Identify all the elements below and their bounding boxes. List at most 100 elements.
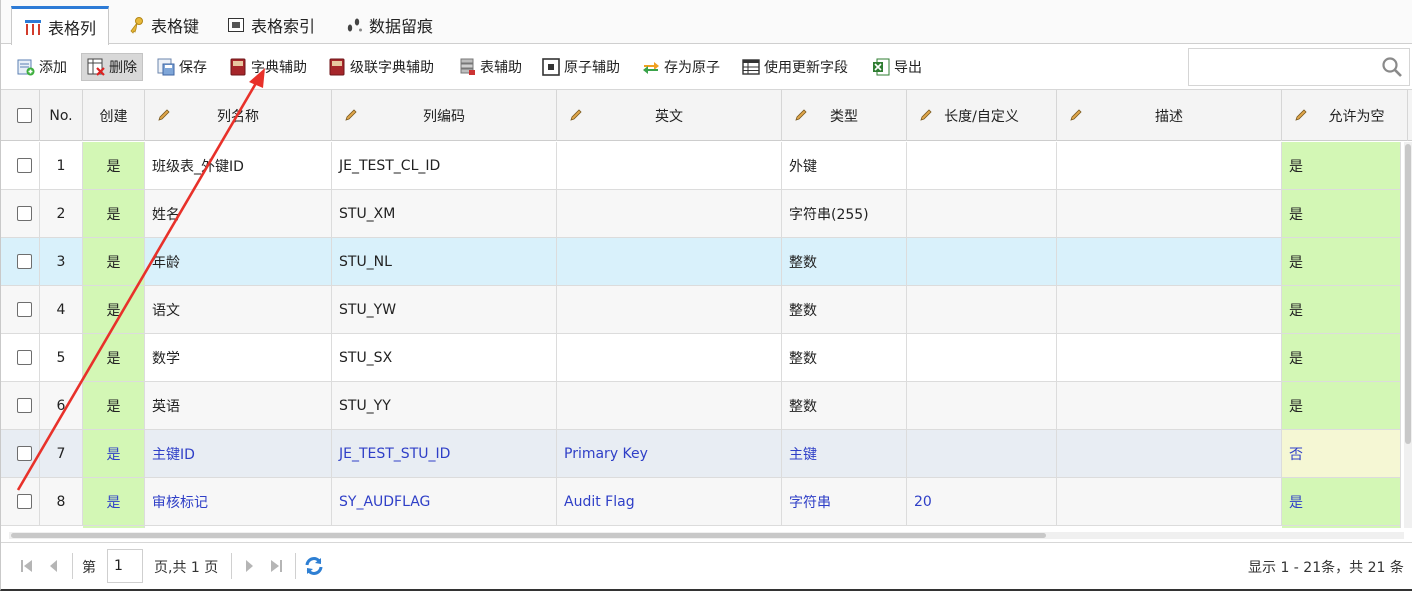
cell-type[interactable]: 主键 (782, 430, 907, 477)
cell-code[interactable]: STU_NL (332, 238, 557, 285)
cell-create[interactable]: 是 (83, 334, 145, 381)
row-select-cell[interactable] (9, 334, 40, 381)
row-checkbox[interactable] (16, 350, 32, 365)
cell-type[interactable]: 字符串(255) (782, 190, 907, 237)
cell-nullable[interactable]: 否 (1282, 430, 1401, 477)
cell-code[interactable]: SY_AUDFLAG (332, 478, 557, 525)
header-length[interactable]: 长度/自定义 (907, 90, 1057, 141)
row-checkbox[interactable] (16, 254, 32, 269)
table-row[interactable]: 5 是 数学 STU_SX 整数 是 (1, 334, 1401, 382)
table-row[interactable]: 8 是 审核标记 SY_AUDFLAG Audit Flag 字符串 20 是 (1, 478, 1401, 526)
cell-create[interactable]: 是 (83, 238, 145, 285)
cell-create[interactable]: 是 (83, 478, 145, 525)
header-create[interactable]: 创建 (83, 90, 145, 141)
cell-name[interactable]: 年龄 (145, 238, 332, 285)
cell-english[interactable] (557, 142, 782, 189)
cell-length[interactable] (907, 238, 1057, 285)
table-row[interactable]: 6 是 英语 STU_YY 整数 是 (1, 382, 1401, 430)
cell-length[interactable] (907, 286, 1057, 333)
row-select-cell[interactable] (9, 238, 40, 285)
row-select-cell[interactable] (9, 430, 40, 477)
row-select-cell[interactable] (9, 478, 40, 525)
header-description[interactable]: 描述 (1057, 90, 1282, 141)
row-select-cell[interactable] (9, 286, 40, 333)
cell-english[interactable] (557, 190, 782, 237)
cell-name[interactable]: 语文 (145, 286, 332, 333)
cell-create[interactable]: 是 (83, 142, 145, 189)
scroll-thumb[interactable] (1405, 144, 1411, 444)
use-update-fields-button[interactable]: 使用更新字段 (737, 53, 853, 81)
cell-create[interactable]: 是 (83, 382, 145, 429)
scroll-thumb[interactable] (11, 533, 1046, 538)
search-icon[interactable] (1381, 56, 1403, 82)
cell-type[interactable]: 整数 (782, 382, 907, 429)
header-no[interactable]: No. (40, 90, 83, 141)
cell-length[interactable] (907, 190, 1057, 237)
cell-create[interactable]: 是 (83, 286, 145, 333)
dict-helper-button[interactable]: 字典辅助 (224, 53, 312, 81)
cell-name[interactable]: 主键ID (145, 430, 332, 477)
cell-name[interactable]: 班级表_外键ID (145, 142, 332, 189)
select-all-checkbox[interactable] (16, 108, 32, 123)
row-select-cell[interactable] (9, 382, 40, 429)
row-checkbox[interactable] (16, 302, 32, 317)
cell-description[interactable] (1057, 286, 1282, 333)
row-checkbox[interactable] (16, 446, 32, 461)
first-page-icon[interactable] (18, 557, 36, 575)
page-number-input[interactable]: 1 (107, 549, 143, 583)
cell-nullable[interactable]: 是 (1282, 478, 1401, 525)
row-checkbox[interactable] (16, 158, 32, 173)
delete-button[interactable]: 删除 (81, 53, 143, 81)
cell-nullable[interactable]: 是 (1282, 142, 1401, 189)
cell-english[interactable]: Audit Flag (557, 478, 782, 525)
row-checkbox[interactable] (16, 398, 32, 413)
cell-name[interactable]: 审核标记 (145, 478, 332, 525)
row-select-cell[interactable] (9, 142, 40, 189)
header-nullable[interactable]: 允许为空 (1282, 90, 1408, 141)
row-checkbox[interactable] (16, 494, 32, 509)
cell-nullable[interactable]: 是 (1282, 286, 1401, 333)
cell-type[interactable]: 字符串 (782, 478, 907, 525)
cell-code[interactable]: STU_YY (332, 382, 557, 429)
cell-english[interactable] (557, 334, 782, 381)
cell-code[interactable]: JE_TEST_CL_ID (332, 142, 557, 189)
vertical-scrollbar[interactable] (1404, 142, 1412, 528)
cell-length[interactable] (907, 382, 1057, 429)
cell-type[interactable]: 整数 (782, 238, 907, 285)
header-column-code[interactable]: 列编码 (332, 90, 557, 141)
cell-english[interactable] (557, 286, 782, 333)
row-select-cell[interactable] (9, 190, 40, 237)
cell-english[interactable] (557, 238, 782, 285)
save-button[interactable]: 保存 (152, 53, 212, 81)
add-button[interactable]: 添加 (12, 53, 72, 81)
cell-description[interactable] (1057, 430, 1282, 477)
cell-description[interactable] (1057, 382, 1282, 429)
cell-name[interactable]: 数学 (145, 334, 332, 381)
table-row[interactable]: 2 是 姓名 STU_XM 字符串(255) 是 (1, 190, 1401, 238)
cell-description[interactable] (1057, 334, 1282, 381)
cell-length[interactable] (907, 334, 1057, 381)
cell-nullable[interactable]: 是 (1282, 382, 1401, 429)
search-input[interactable] (1195, 49, 1375, 83)
save-as-atom-button[interactable]: 存为原子 (637, 53, 725, 81)
row-checkbox[interactable] (16, 206, 32, 221)
cell-code[interactable]: STU_XM (332, 190, 557, 237)
table-row[interactable]: 1 是 班级表_外键ID JE_TEST_CL_ID 外键 是 (1, 142, 1401, 190)
header-english[interactable]: 英文 (557, 90, 782, 141)
refresh-icon[interactable] (303, 555, 325, 577)
tab-table-keys[interactable]: 表格键 (115, 6, 211, 44)
header-select-all[interactable] (9, 90, 40, 141)
cell-nullable[interactable]: 是 (1282, 334, 1401, 381)
cell-english[interactable]: Primary Key (557, 430, 782, 477)
header-type[interactable]: 类型 (782, 90, 907, 141)
cell-code[interactable]: JE_TEST_STU_ID (332, 430, 557, 477)
table-row[interactable]: 7 是 主键ID JE_TEST_STU_ID Primary Key 主键 否 (1, 430, 1401, 478)
cell-type[interactable]: 整数 (782, 334, 907, 381)
cascade-dict-helper-button[interactable]: 级联字典辅助 (323, 53, 439, 81)
cell-type[interactable]: 整数 (782, 286, 907, 333)
prev-page-icon[interactable] (45, 557, 63, 575)
table-row-selected[interactable]: 3 是 年龄 STU_NL 整数 是 (1, 238, 1401, 286)
cell-nullable[interactable]: 是 (1282, 238, 1401, 285)
header-column-name[interactable]: 列名称 (145, 90, 332, 141)
table-helper-button[interactable]: 表辅助 (453, 53, 527, 81)
